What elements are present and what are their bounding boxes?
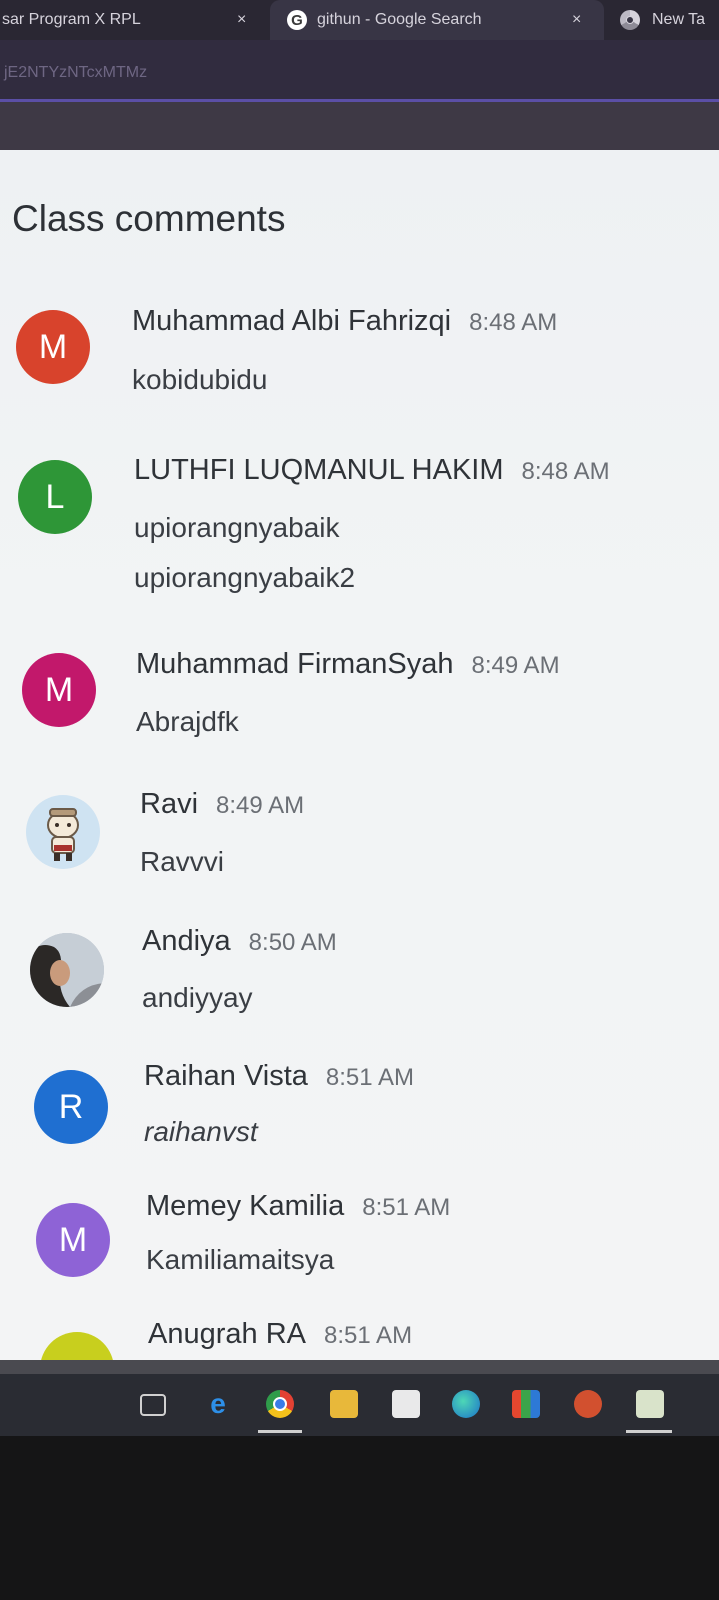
google-icon: G — [287, 10, 307, 30]
avatar-letter: M — [38, 327, 68, 366]
windows-taskbar: e — [0, 1374, 719, 1436]
avatar[interactable]: M — [36, 1203, 110, 1277]
chrome-icon — [620, 10, 640, 30]
comment-time: 8:49 AM — [216, 792, 305, 819]
task-view-icon[interactable] — [140, 1394, 166, 1416]
tab-google-search[interactable]: G githun - Google Search × — [270, 0, 604, 40]
chrome-icon[interactable] — [266, 1390, 294, 1418]
comment-text: Kamiliamaitsya — [146, 1244, 335, 1275]
comment-header: Muhammad Albi Fahrizqi 8:48 AM — [132, 305, 557, 338]
comment-time: 8:48 AM — [469, 309, 558, 336]
comment-text: Ravvvi — [140, 846, 225, 877]
tab-close-icon[interactable]: × — [572, 11, 581, 29]
edge-legacy-icon[interactable]: e — [204, 1388, 232, 1419]
comment-author: LUTHFI LUQMANUL HAKIM — [134, 454, 504, 486]
avatar-letter: M — [44, 670, 74, 709]
edge-icon[interactable] — [452, 1390, 480, 1418]
page-title: Class comments — [12, 198, 286, 239]
comment-header: Memey Kamilia 8:51 AM — [146, 1190, 450, 1223]
browser-tab-strip: sar Program X RPL × G githun - Google Se… — [0, 0, 719, 40]
comment-author: Muhammad Albi Fahrizqi — [132, 305, 452, 337]
comment-author: Andiya — [142, 925, 231, 957]
tab-title: githun - Google Search — [317, 11, 482, 28]
avatar[interactable]: M — [16, 310, 90, 384]
comment-author: Anugrah RA — [148, 1318, 306, 1350]
comment-header: Muhammad FirmanSyah 8:49 AM — [136, 648, 560, 681]
tab-new-tab[interactable]: New Ta — [620, 0, 719, 40]
comment-header: Raihan Vista 8:51 AM — [144, 1060, 414, 1093]
comment-author: Muhammad FirmanSyah — [136, 648, 454, 680]
comment-header: LUTHFI LUQMANUL HAKIM 8:48 AM — [134, 454, 610, 487]
cartoon-avatar-icon[interactable] — [26, 795, 100, 869]
monitor-bezel — [0, 1436, 719, 1600]
tab-title: New Ta — [652, 11, 706, 28]
avatar[interactable]: L — [18, 460, 92, 534]
avatar[interactable]: M — [22, 653, 96, 727]
comment-time: 8:49 AM — [471, 652, 560, 679]
powerpoint-icon[interactable] — [574, 1390, 602, 1418]
comment-time: 8:48 AM — [521, 458, 610, 485]
comment-text: upiorangnyabaik — [134, 512, 340, 543]
comment-time: 8:50 AM — [248, 929, 337, 956]
file-explorer-icon[interactable] — [330, 1390, 358, 1418]
comment-text: andiyyay — [142, 982, 253, 1013]
active-app-indicator — [626, 1430, 672, 1433]
photo-avatar-icon[interactable] — [30, 933, 104, 1007]
app-grid-icon[interactable] — [512, 1390, 540, 1418]
tab-close-icon[interactable]: × — [237, 11, 246, 29]
tab-program-rpl[interactable]: sar Program X RPL × — [0, 0, 268, 40]
taskbar-edge — [0, 1360, 719, 1374]
comment-author: Memey Kamilia — [146, 1190, 345, 1222]
browser-toolbar-area — [0, 102, 719, 150]
comment-header: Ravi 8:49 AM — [140, 788, 304, 821]
comment-author: Ravi — [140, 788, 199, 820]
store-icon[interactable] — [392, 1390, 420, 1418]
avatar[interactable]: R — [34, 1070, 108, 1144]
comment-header: Andiya 8:50 AM — [142, 925, 337, 958]
comment-time: 8:51 AM — [362, 1194, 451, 1221]
comment-time: 8:51 AM — [324, 1322, 413, 1349]
comment-header: Anugrah RA 8:51 AM — [148, 1318, 412, 1351]
avatar-letter: R — [58, 1087, 84, 1126]
active-app-indicator — [258, 1430, 302, 1433]
person-photo-icon — [30, 933, 104, 1007]
class-comments-panel: Class comments M Muhammad Albi Fahrizqi 8… — [0, 150, 719, 1360]
comment-text: kobidubidu — [132, 364, 268, 395]
comment-text: Abrajdfk — [136, 706, 239, 737]
cartoon-figure-icon — [47, 808, 79, 861]
comment-time: 8:51 AM — [325, 1064, 414, 1091]
comment-author: Raihan Vista — [144, 1060, 308, 1092]
avatar-letter: M — [58, 1220, 88, 1259]
comment-text: upiorangnyabaik2 — [134, 562, 356, 593]
avatar[interactable] — [40, 1332, 114, 1360]
folder-icon[interactable] — [636, 1390, 664, 1418]
avatar-letter: L — [45, 477, 65, 516]
address-bar[interactable]: jE2NTYzNTcxMTMz — [0, 40, 719, 102]
tab-title: sar Program X RPL — [2, 11, 141, 28]
url-text: jE2NTYzNTcxMTMz — [4, 64, 148, 81]
comment-text: raihanvst — [144, 1116, 258, 1147]
